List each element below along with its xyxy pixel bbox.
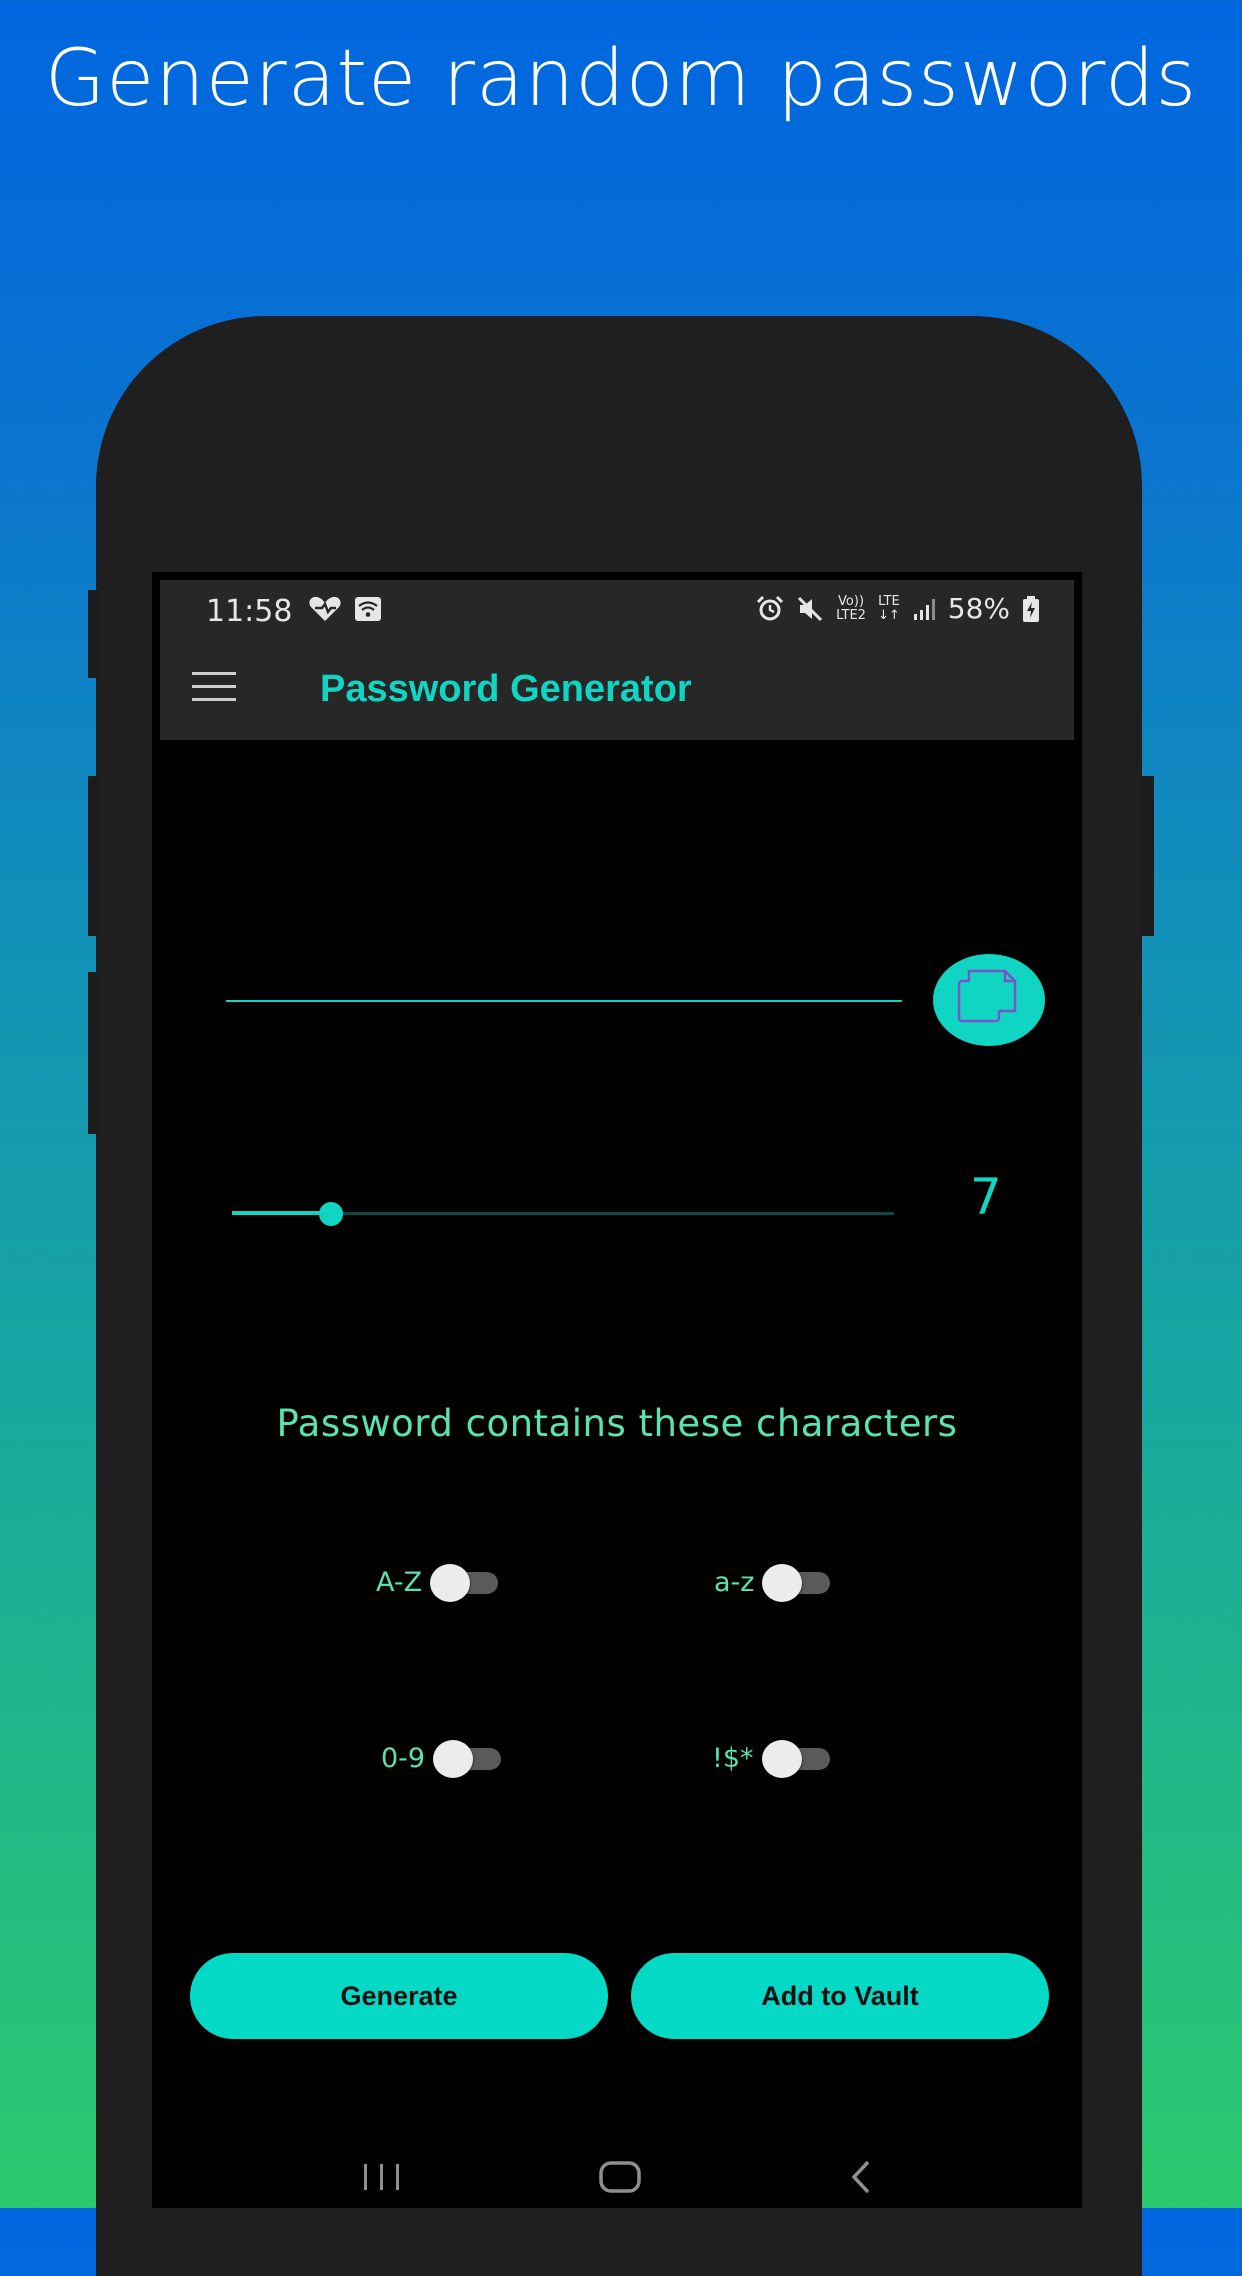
switch-thumb: [762, 1564, 803, 1602]
phone-side-button-right: [1142, 776, 1154, 936]
switch-thumb: [761, 1740, 802, 1778]
phone-side-button-left-3: [88, 972, 100, 1134]
slider-thumb[interactable]: [319, 1202, 343, 1226]
digits-switch[interactable]: [433, 1736, 505, 1780]
volte-lte2-icon: Vo)) LTE2: [836, 593, 866, 623]
toggle-label-lowercase: a-z: [714, 1566, 755, 1598]
alarm-icon: [757, 595, 784, 620]
switch-thumb: [433, 1740, 474, 1778]
heart-check-icon: [309, 596, 341, 621]
copy-button[interactable]: [933, 954, 1045, 1046]
lte-top-text: LTE: [878, 593, 900, 609]
toggle-digits[interactable]: 0-9: [381, 1736, 505, 1780]
copy-icon: [957, 969, 1017, 1023]
phone-side-button-left-2: [88, 776, 100, 936]
toggle-lowercase[interactable]: a-z: [714, 1560, 834, 1604]
slider-fill: [232, 1211, 331, 1215]
toggle-symbols[interactable]: !$*: [712, 1736, 834, 1780]
toggle-label-uppercase: A-Z: [376, 1566, 423, 1598]
app-bar: Password Generator: [160, 638, 1074, 740]
lte-data-icon: LTE ↓↑: [877, 593, 900, 623]
password-length-value: 7: [970, 1168, 1002, 1226]
hamburger-menu-icon[interactable]: [192, 672, 236, 704]
generate-button[interactable]: Generate: [190, 1953, 608, 2039]
symbols-switch[interactable]: [761, 1736, 834, 1780]
lowercase-switch[interactable]: [762, 1560, 834, 1604]
phone-side-button-left-1: [88, 590, 100, 678]
password-length-slider[interactable]: [232, 1194, 894, 1234]
app-title: Password Generator: [320, 668, 692, 710]
status-time: 11:58: [206, 594, 293, 629]
switch-thumb: [430, 1564, 471, 1602]
password-output-field[interactable]: [226, 912, 902, 1002]
battery-percent: 58%: [947, 592, 1010, 625]
system-nav-bar: [152, 2142, 1082, 2208]
volte-top-text: Vo)): [838, 593, 865, 609]
status-right-icons: Vo)) LTE2 LTE ↓↑ 58%: [756, 592, 1040, 625]
status-bar: 11:58 Vo)) LTE2 LTE ↓↑ 58%: [160, 580, 1074, 638]
mute-icon: [798, 596, 823, 621]
toggle-label-symbols: !$*: [712, 1742, 754, 1774]
status-left-icons: [308, 596, 382, 622]
promo-headline: Generate random passwords: [44, 34, 1198, 124]
uppercase-switch[interactable]: [430, 1560, 502, 1604]
home-icon[interactable]: [590, 2152, 650, 2202]
recent-apps-icon[interactable]: [352, 2152, 412, 2202]
battery-charging-icon: [1023, 595, 1039, 622]
add-to-vault-button[interactable]: Add to Vault: [631, 1953, 1049, 2039]
volte-bottom-text: LTE2: [836, 607, 866, 623]
phone-screen: 11:58 Vo)) LTE2 LTE ↓↑ 58% Password Gene…: [152, 572, 1082, 2208]
signal-icon: [913, 598, 935, 620]
toggle-label-digits: 0-9: [381, 1742, 426, 1774]
wifi-calling-icon: [355, 597, 381, 621]
lte-bottom-text: ↓↑: [877, 607, 900, 623]
back-icon[interactable]: [832, 2152, 892, 2202]
characters-heading: Password contains these characters: [276, 1402, 958, 1445]
toggle-uppercase[interactable]: A-Z: [376, 1560, 502, 1604]
